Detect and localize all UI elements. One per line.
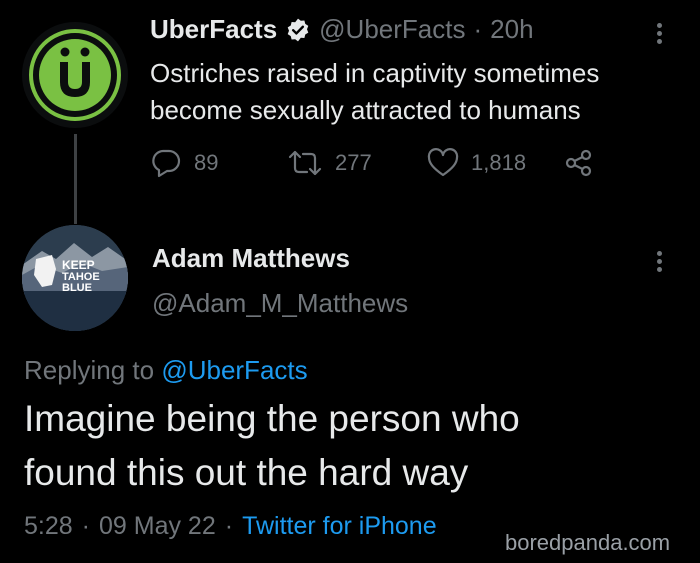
like-count: 1,818 (471, 150, 527, 175)
share-icon (565, 149, 592, 177)
reply-avatar[interactable]: KEEP TAHOE BLUE (22, 225, 128, 331)
header-separator: · (473, 14, 483, 44)
reply-date[interactable]: 09 May 22 (99, 512, 216, 541)
meta-separator-2: · (224, 512, 234, 540)
avatar-text-keep: KEEP (62, 258, 95, 272)
tweet-header: UberFacts @UberFacts · 20h (150, 14, 534, 45)
tweet-time[interactable]: 20h (490, 14, 533, 45)
replying-to: Replying to @UberFacts (24, 355, 308, 386)
reply-count: 89 (194, 150, 219, 175)
like-icon (427, 148, 459, 177)
tweet-meta: 5:28 · 09 May 22 · Twitter for iPhone (24, 512, 437, 541)
reply-text-line1: Imagine being the person who (24, 398, 520, 439)
retweet-icon (288, 150, 322, 176)
reply-text: Imagine being the person who found this … (24, 392, 520, 500)
uberfacts-avatar[interactable] (22, 22, 128, 128)
reply-action[interactable]: 89 (150, 148, 218, 178)
more-icon[interactable] (657, 20, 662, 47)
share-action[interactable] (564, 148, 594, 178)
watermark: boredpanda.com (505, 530, 671, 555)
retweet-count: 277 (335, 150, 372, 175)
reply-more-icon[interactable] (657, 248, 662, 275)
replying-to-handle-link[interactable]: @UberFacts (161, 355, 307, 385)
reply-icon (152, 149, 181, 178)
avatar-text-blue: BLUE (62, 282, 92, 294)
retweet-action[interactable]: 277 (287, 148, 372, 178)
like-action[interactable]: 1,818 (427, 148, 526, 178)
reply-author-name[interactable]: Adam Matthews (152, 243, 350, 274)
tweet-text: Ostriches raised in captivity sometimes … (150, 55, 599, 129)
replying-prefix: Replying to (24, 355, 155, 385)
verified-icon (287, 18, 309, 41)
meta-separator-1: · (81, 512, 90, 540)
uberfacts-logo-icon (29, 29, 121, 121)
source-link[interactable]: Twitter for iPhone (242, 512, 437, 541)
thread-line (74, 134, 77, 224)
tweet-text-line1: Ostriches raised in captivity sometimes (150, 58, 600, 88)
lake-tahoe-photo: KEEP TAHOE BLUE (22, 225, 128, 331)
tweet-text-line2: become sexually attracted to humans (150, 95, 581, 125)
author-name[interactable]: UberFacts (150, 14, 277, 45)
reply-time[interactable]: 5:28 (24, 512, 73, 541)
author-handle[interactable]: @UberFacts (319, 14, 465, 45)
reply-text-line2: found this out the hard way (24, 452, 469, 493)
reply-author-handle[interactable]: @Adam_M_Matthews (152, 288, 408, 319)
